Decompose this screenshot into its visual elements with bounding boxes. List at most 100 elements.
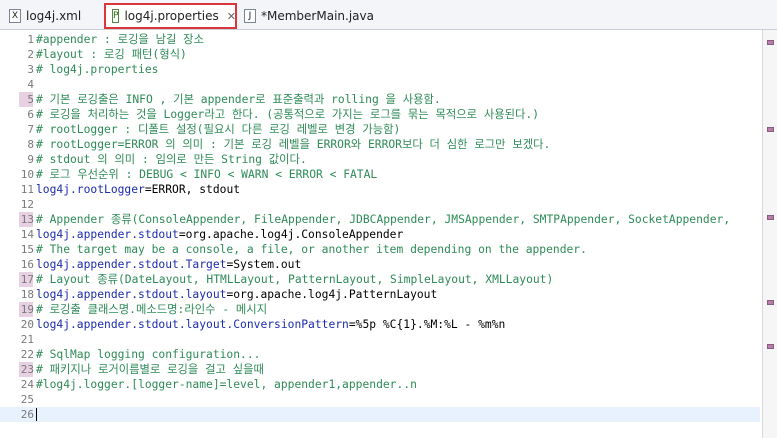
line-number: 25 [20, 393, 34, 406]
line-number: 24 [20, 378, 34, 391]
property-value: =ERROR, stdout [144, 183, 241, 196]
code-line[interactable]: 6 # 로깅을 처리하는 것을 Logger라고 한다. (공통적으로 가지는 로… [0, 107, 760, 122]
code-line[interactable]: 10 # 로그 우선순위 : DEBUG < INFO < WARN < ERRO… [0, 167, 760, 182]
code-line[interactable]: 20 log4j.appender.stdout.layout.Conversio… [0, 317, 760, 332]
property-value: =org.apache.log4j.ConsoleAppender [178, 228, 404, 241]
comment-text: # log4j.properties [36, 63, 159, 76]
xml-file-icon: X [9, 9, 21, 23]
code-line[interactable]: 1 #appender : 로깅을 남길 장소 [0, 32, 760, 47]
line-number: 5 [27, 93, 34, 106]
comment-text: # 기본 로깅출은 INFO , 기본 appender로 표준출력과 roll… [36, 93, 441, 106]
line-number: 4 [27, 78, 34, 91]
line-number: 1 [27, 33, 34, 46]
line-number: 6 [27, 108, 34, 121]
line-number: 2 [27, 48, 34, 61]
property-key: log4j.appender.stdout.Target [36, 258, 227, 271]
change-overview-marker[interactable] [767, 215, 774, 220]
code-line[interactable]: 14 log4j.appender.stdout=org.apache.log4j… [0, 227, 760, 242]
code-line[interactable]: 22 # SqlMap logging configuration... [0, 347, 760, 362]
line-number: 10 [20, 168, 34, 181]
code-line[interactable]: 25 [0, 392, 760, 407]
comment-text: # 로그 우선순위 : DEBUG < INFO < WARN < ERROR … [36, 168, 378, 181]
tab-label: log4j.properties [124, 9, 219, 23]
code-line[interactable]: 13 # Appender 종류(ConsoleAppender, FileApp… [0, 212, 760, 227]
property-key: log4j.rootLogger [36, 183, 145, 196]
code-line[interactable]: 21 [0, 332, 760, 347]
comment-text: #layout : 로깅 패턴(형식) [36, 48, 187, 61]
property-line: log4j.appender.stdout=org.apache.log4j.C… [36, 227, 403, 242]
code-line[interactable]: 15 # The target may be a console, a file,… [0, 242, 760, 257]
comment-text: #log4j.logger.[logger-name]=level, appen… [36, 378, 417, 391]
line-number: 16 [20, 258, 34, 271]
comment-text: # rootLogger : 디폴트 설정(필요시 다른 로깅 레벨로 변경 가… [36, 123, 401, 136]
property-line: log4j.appender.stdout.layout.ConversionP… [36, 317, 505, 332]
properties-editor[interactable]: 1 #appender : 로깅을 남길 장소 2 #layout : 로깅 패턴(형… [0, 30, 777, 438]
code-line[interactable]: 9 # stdout 의 의미 : 임의로 만든 String 값이다. [0, 152, 760, 167]
code-line[interactable]: 19 # 로깅출 클래스명.메소드명:라인수 - 메시지 [0, 302, 760, 317]
overview-ruler[interactable] [763, 30, 777, 438]
property-line: log4j.appender.stdout.Target=System.out [36, 257, 301, 272]
code-line[interactable]: 16 log4j.appender.stdout.Target=System.ou… [0, 257, 760, 272]
code-line[interactable]: 12 [0, 197, 760, 212]
line-number: 19 [20, 303, 34, 316]
comment-text: # The target may be a console, a file, o… [36, 243, 587, 256]
line-number: 3 [27, 63, 34, 76]
tab-log4j-properties[interactable]: P log4j.properties ✕ [104, 3, 237, 29]
code-line[interactable]: 5 # 기본 로깅출은 INFO , 기본 appender로 표준출력과 rol… [0, 92, 760, 107]
code-line[interactable]: 11 log4j.rootLogger=ERROR, stdout [0, 182, 760, 197]
comment-text: # SqlMap logging configuration... [36, 348, 261, 361]
code-line[interactable]: 24 #log4j.logger.[logger-name]=level, app… [0, 377, 760, 392]
line-number: 11 [20, 183, 34, 196]
change-overview-marker[interactable] [767, 127, 774, 132]
line-number: 9 [27, 153, 34, 166]
comment-text: # 로깅을 처리하는 것을 Logger라고 한다. (공통적으로 가지는 로그… [36, 108, 539, 121]
code-line[interactable]: 17 # Layout 종류(DateLayout, HTMLLayout, Pa… [0, 272, 760, 287]
code-line[interactable]: 23 # 패키지나 로거이름별로 로깅을 걸고 싶을때 [0, 362, 760, 377]
line-number: 18 [20, 288, 34, 301]
line-number: 15 [20, 243, 34, 256]
code-line[interactable]: 4 [0, 77, 760, 92]
change-overview-marker[interactable] [767, 40, 774, 45]
comment-text: # rootLogger=ERROR 의 의미 : 기본 로깅 레벨을 ERRO… [36, 138, 551, 151]
line-number: 14 [20, 228, 34, 241]
comment-text: # Layout 종류(DateLayout, HTMLLayout, Patt… [36, 273, 554, 286]
line-number: 23 [20, 363, 34, 376]
java-file-icon: J [244, 9, 256, 23]
line-number: 8 [27, 138, 34, 151]
close-icon[interactable]: ✕ [227, 10, 236, 23]
line-number: 12 [20, 198, 34, 211]
text-caret [36, 408, 37, 421]
comment-text: # 패키지나 로거이름별로 로깅을 걸고 싶을때 [36, 363, 264, 376]
properties-file-icon: P [112, 9, 120, 23]
tab-member-main-java[interactable]: J *MemberMain.java [244, 4, 374, 28]
property-key: log4j.appender.stdout.layout [36, 288, 227, 301]
tab-label: *MemberMain.java [261, 9, 374, 23]
property-value: =org.apache.log4j.PatternLayout [226, 288, 438, 301]
code-line[interactable]: 26 [0, 407, 760, 422]
property-line: log4j.rootLogger=ERROR, stdout [36, 182, 240, 197]
comment-text: # stdout 의 의미 : 임의로 만든 String 값이다. [36, 153, 307, 166]
change-overview-marker[interactable] [767, 344, 774, 349]
line-number: 17 [20, 273, 34, 286]
overview-track [766, 38, 774, 430]
code-line[interactable]: 3 # log4j.properties [0, 62, 760, 77]
code-line[interactable]: 7 # rootLogger : 디폴트 설정(필요시 다른 로깅 레벨로 변경 … [0, 122, 760, 137]
line-number: 7 [27, 123, 34, 136]
code-line[interactable]: 8 # rootLogger=ERROR 의 의미 : 기본 로깅 레벨을 ERR… [0, 137, 760, 152]
editor-tab-bar: X log4j.xml P log4j.properties ✕ J *Memb… [0, 0, 777, 30]
line-number: 21 [20, 333, 34, 346]
change-overview-marker[interactable] [767, 300, 774, 305]
property-line: log4j.appender.stdout.layout=org.apache.… [36, 287, 437, 302]
tab-log4j-xml[interactable]: X log4j.xml [9, 4, 97, 28]
line-number: 13 [20, 213, 34, 226]
code-line[interactable]: 18 log4j.appender.stdout.layout=org.apach… [0, 287, 760, 302]
property-key: log4j.appender.stdout [36, 228, 179, 241]
comment-text: # 로깅출 클래스명.메소드명:라인수 - 메시지 [36, 303, 268, 316]
comment-text: #appender : 로깅을 남길 장소 [36, 33, 204, 46]
line-number: 26 [20, 408, 34, 421]
line-number: 20 [20, 318, 34, 331]
code-line[interactable]: 2 #layout : 로깅 패턴(형식) [0, 47, 760, 62]
property-value: =%5p %C{1}.%M:%L - %m%n [348, 318, 506, 331]
property-key: log4j.appender.stdout.layout.ConversionP… [36, 318, 349, 331]
line-number: 22 [20, 348, 34, 361]
